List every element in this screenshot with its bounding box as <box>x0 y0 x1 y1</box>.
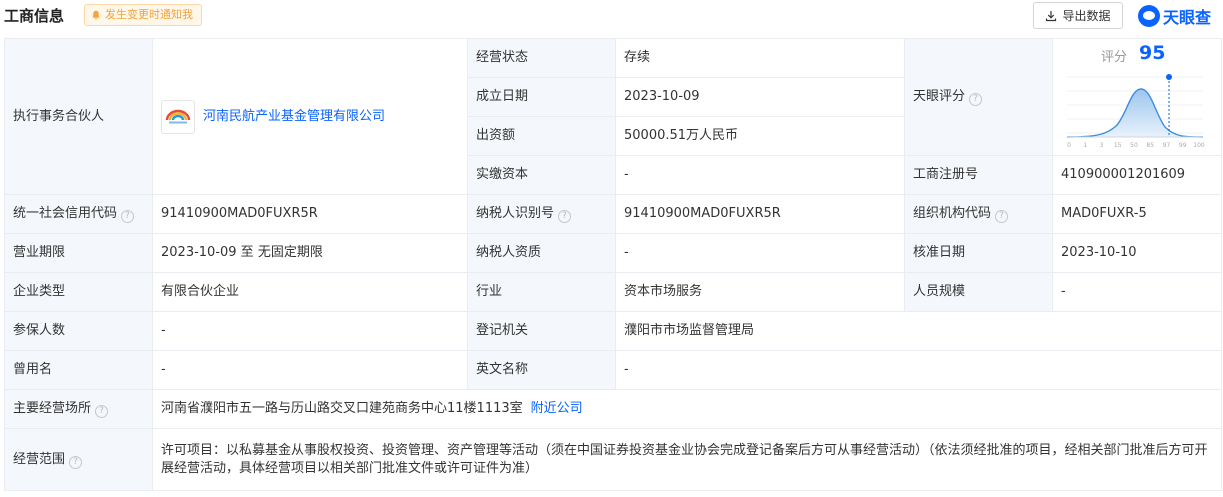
help-icon[interactable]: ? <box>558 210 572 223</box>
export-label: 导出数据 <box>1062 9 1111 23</box>
download-icon <box>1046 10 1057 21</box>
scope-label-cell: 经营范围? <box>4 428 153 491</box>
taxpayer-qual-label: 纳税人资质 <box>467 233 616 273</box>
table-row: 参保人数 - 登记机关 濮阳市市场监督管理局 <box>4 311 1222 351</box>
help-icon[interactable]: ? <box>69 455 83 469</box>
score-caption: 评分 <box>1101 50 1128 65</box>
paid-capital-value: - <box>615 155 905 195</box>
status-value: 存续 <box>615 38 905 78</box>
enterprise-type-label: 企业类型 <box>4 272 153 312</box>
section-header: 工商信息 发生变更时通知我 导出数据 天眼查 <box>0 0 1223 36</box>
credit-code-label: 统一社会信用代码 <box>13 206 118 221</box>
reg-number-label: 工商注册号 <box>904 155 1053 195</box>
industry-value: 资本市场服务 <box>615 272 905 312</box>
help-icon[interactable]: ? <box>95 405 109 418</box>
partner-cell: 河南民航产业基金管理有限公司 <box>152 38 468 195</box>
address-label: 主要经营场所 <box>13 401 92 416</box>
eye-logo-icon <box>1138 5 1160 27</box>
partner-label: 执行事务合伙人 <box>4 38 153 195</box>
export-data-button[interactable]: 导出数据 <box>1033 2 1123 29</box>
insured-value: - <box>152 311 468 351</box>
status-label: 经营状态 <box>467 38 616 78</box>
table-row: 经营范围? 许可项目：以私募基金从事股权投资、投资管理、资产管理等活动（须在中国… <box>4 428 1222 491</box>
taxpayer-id-value: 91410900MAD0FUXR5R <box>615 194 905 234</box>
table-row: 企业类型 有限合伙企业 行业 资本市场服务 人员规模 - <box>4 272 1222 312</box>
taxpayer-id-label: 纳税人识别号 <box>476 206 555 221</box>
scope-label: 经营范围 <box>13 451 66 467</box>
paid-capital-label: 实缴资本 <box>467 155 616 195</box>
score-axis-tick: 3 <box>1100 142 1104 149</box>
notify-label: 发生变更时通知我 <box>105 8 193 21</box>
score-axis-tick: 15 <box>1114 142 1122 149</box>
company-logo-icon <box>165 109 191 123</box>
established-label: 成立日期 <box>467 77 616 117</box>
brand-name: 天眼查 <box>1163 8 1212 27</box>
company-logo[interactable] <box>161 99 195 134</box>
approval-date-label: 核准日期 <box>904 233 1053 273</box>
score-axis-tick: 1 <box>1083 142 1087 149</box>
help-icon[interactable]: ? <box>969 93 983 106</box>
credit-code-label-cell: 统一社会信用代码? <box>4 194 153 234</box>
authority-label: 登记机关 <box>467 311 616 351</box>
table-row: 曾用名 - 英文名称 - <box>4 350 1222 390</box>
help-icon[interactable]: ? <box>995 210 1009 223</box>
partner-company-link[interactable]: 河南民航产业基金管理有限公司 <box>203 108 385 126</box>
nearby-companies-link[interactable]: 附近公司 <box>531 401 583 416</box>
score-marker-dot <box>1166 74 1172 80</box>
taxpayer-id-label-cell: 纳税人识别号? <box>467 194 616 234</box>
score-label: 天眼评分 <box>913 89 966 104</box>
score-axis-tick: 0 <box>1067 142 1071 149</box>
score-axis-tick: 100 <box>1193 142 1205 149</box>
notify-change-button[interactable]: 发生变更时通知我 <box>84 4 202 26</box>
reg-number-value: 410900001201609 <box>1052 155 1222 195</box>
business-term-value: 2023-10-09 至 无固定期限 <box>152 233 468 273</box>
scope-value: 许可项目：以私募基金从事股权投资、投资管理、资产管理等活动（须在中国证券投资基金… <box>152 428 1222 491</box>
industry-label: 行业 <box>467 272 616 312</box>
address-label-cell: 主要经营场所? <box>4 389 153 429</box>
capital-label: 出资额 <box>467 116 616 156</box>
staff-size-label: 人员规模 <box>904 272 1053 312</box>
english-name-value: - <box>615 350 1222 390</box>
score-label-cell: 天眼评分? <box>904 38 1053 156</box>
score-axis-tick: 50 <box>1130 142 1138 149</box>
section-title: 工商信息 <box>4 7 65 25</box>
approval-date-value: 2023-10-10 <box>1052 233 1222 273</box>
score-widget[interactable]: 评分 95 0 1 3 15 50 85 97 99 100 <box>1052 38 1222 156</box>
org-code-label: 组织机构代码 <box>913 206 992 221</box>
score-axis-tick: 97 <box>1163 142 1171 149</box>
authority-value: 濮阳市市场监督管理局 <box>615 311 1222 351</box>
brand-logo: 天眼查 <box>1138 4 1211 28</box>
table-row: 主要经营场所? 河南省濮阳市五一路与历山路交叉口建苑商务中心11楼1113室 附近… <box>4 389 1222 429</box>
address-cell: 河南省濮阳市五一路与历山路交叉口建苑商务中心11楼1113室 附近公司 <box>152 389 1222 429</box>
org-code-label-cell: 组织机构代码? <box>904 194 1053 234</box>
business-info-table: 执行事务合伙人 河南民航产业基金管理有限公司 经营状态 存续 天眼评分? 评分 <box>4 38 1222 491</box>
taxpayer-qual-value: - <box>615 233 905 273</box>
enterprise-type-value: 有限合伙企业 <box>152 272 468 312</box>
established-value: 2023-10-09 <box>615 77 905 117</box>
score-value: 95 <box>1139 42 1166 64</box>
address-value: 河南省濮阳市五一路与历山路交叉口建苑商务中心11楼1113室 <box>161 401 523 416</box>
score-distribution-chart: 0 1 3 15 50 85 97 99 100 <box>1066 74 1205 149</box>
org-code-value: MAD0FUXR-5 <box>1052 194 1222 234</box>
bell-curve-area <box>1067 89 1203 137</box>
bell-icon <box>92 10 100 20</box>
help-icon[interactable]: ? <box>121 210 135 223</box>
capital-value: 50000.51万人民币 <box>615 116 905 156</box>
table-row: 营业期限 2023-10-09 至 无固定期限 纳税人资质 - 核准日期 202… <box>4 233 1222 273</box>
credit-code-value: 91410900MAD0FUXR5R <box>152 194 468 234</box>
former-name-label: 曾用名 <box>4 350 153 390</box>
english-name-label: 英文名称 <box>467 350 616 390</box>
table-row: 执行事务合伙人 河南民航产业基金管理有限公司 经营状态 存续 天眼评分? 评分 <box>4 38 1222 195</box>
insured-label: 参保人数 <box>4 311 153 351</box>
staff-size-value: - <box>1052 272 1222 312</box>
former-name-value: - <box>152 350 468 390</box>
business-term-label: 营业期限 <box>4 233 153 273</box>
table-row: 统一社会信用代码? 91410900MAD0FUXR5R 纳税人识别号? 914… <box>4 194 1222 234</box>
score-axis-tick: 85 <box>1146 142 1154 149</box>
score-axis-tick: 99 <box>1179 142 1187 149</box>
